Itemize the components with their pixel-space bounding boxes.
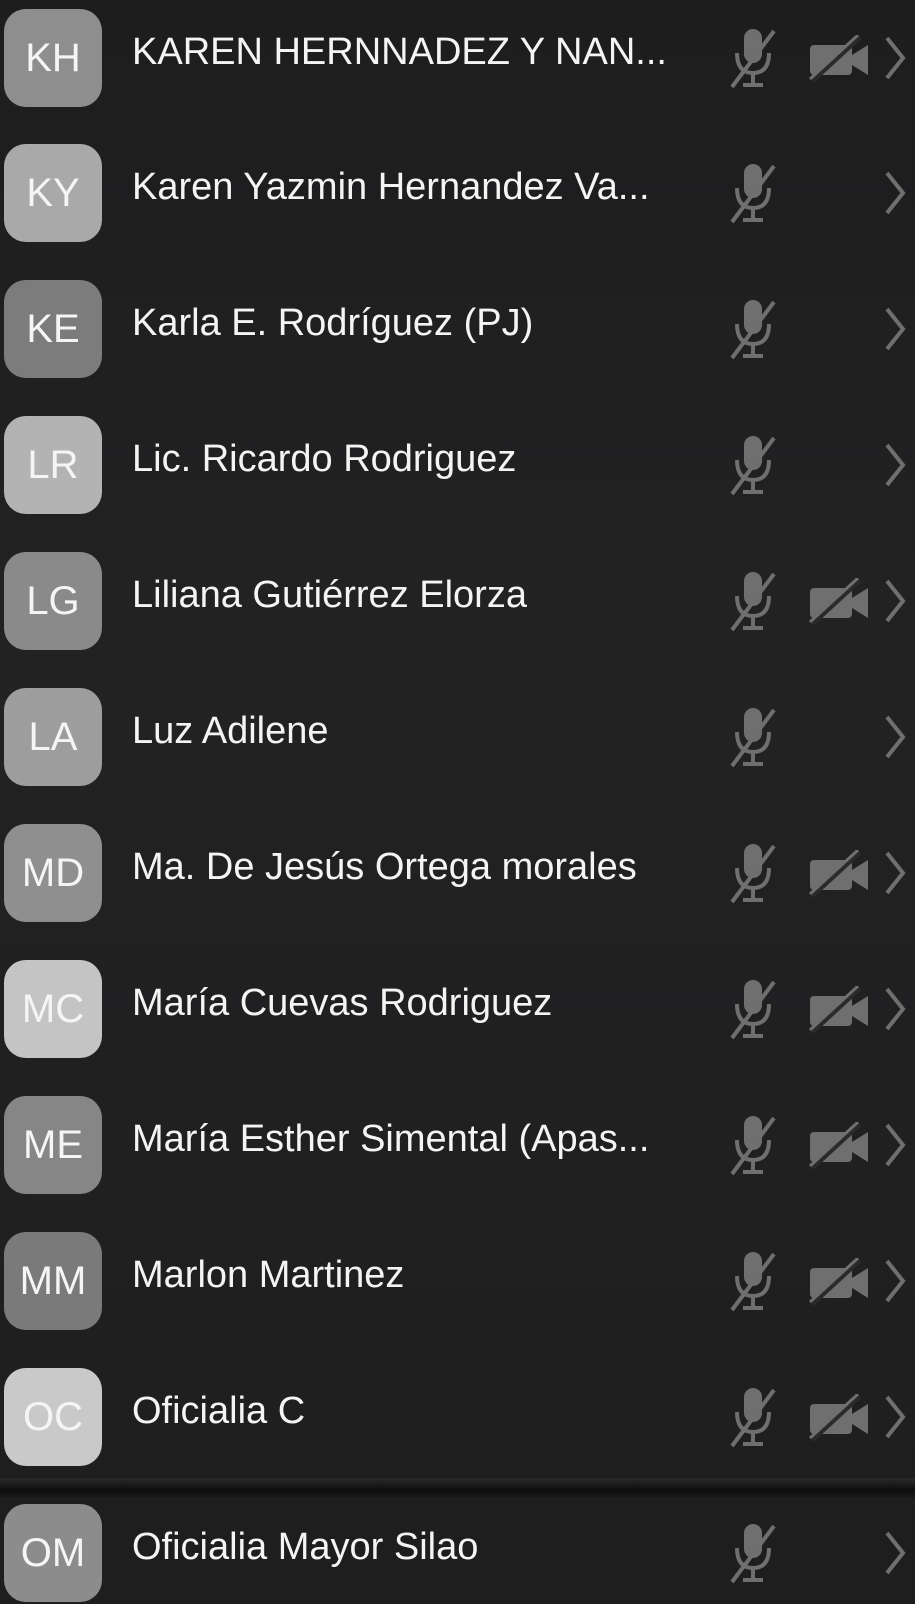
avatar: LA	[4, 688, 102, 786]
participant-row[interactable]: MC María Cuevas Rodriguez	[0, 940, 915, 1078]
mic-muted-icon	[728, 434, 778, 498]
mic-muted-icon	[728, 706, 778, 770]
avatar: MD	[4, 824, 102, 922]
chevron-right-icon[interactable]	[884, 442, 906, 488]
mic-muted-icon	[728, 27, 778, 91]
avatar: MM	[4, 1232, 102, 1330]
avatar: OC	[4, 1368, 102, 1466]
participant-name: Oficialia C	[132, 1390, 306, 1432]
participant-name: Oficialia Mayor Silao	[132, 1526, 479, 1568]
chevron-right-icon[interactable]	[884, 35, 906, 81]
participant-row[interactable]: OC Oficialia C	[0, 1348, 915, 1486]
participant-row[interactable]: KY Karen Yazmin Hernandez Va...	[0, 124, 915, 262]
participant-row[interactable]: KE Karla E. Rodríguez (PJ)	[0, 260, 915, 398]
participant-name: Lic. Ricardo Rodriguez	[132, 438, 517, 480]
camera-off-icon	[808, 576, 872, 626]
mic-muted-icon	[728, 1522, 778, 1586]
divider	[0, 1478, 915, 1498]
participant-name: Luz Adilene	[132, 710, 329, 752]
participant-name: Karen Yazmin Hernandez Va...	[132, 166, 650, 208]
mic-muted-icon	[728, 570, 778, 634]
mic-muted-icon	[728, 1114, 778, 1178]
chevron-right-icon[interactable]	[884, 850, 906, 896]
participant-name: Ma. De Jesús Ortega morales	[132, 846, 637, 888]
participant-name: Liliana Gutiérrez Elorza	[132, 574, 527, 616]
chevron-right-icon[interactable]	[884, 1122, 906, 1168]
chevron-right-icon[interactable]	[884, 170, 906, 216]
camera-off-icon	[808, 848, 872, 898]
participant-name: Karla E. Rodríguez (PJ)	[132, 302, 534, 344]
mic-muted-icon	[728, 298, 778, 362]
chevron-right-icon[interactable]	[884, 714, 906, 760]
participant-row[interactable]: ME María Esther Simental (Apas...	[0, 1076, 915, 1214]
participant-row[interactable]: LG Liliana Gutiérrez Elorza	[0, 532, 915, 670]
avatar: OM	[4, 1504, 102, 1602]
participant-row[interactable]: MD Ma. De Jesús Ortega morales	[0, 804, 915, 942]
avatar: LG	[4, 552, 102, 650]
mic-muted-icon	[728, 1386, 778, 1450]
camera-off-icon	[808, 1256, 872, 1306]
participant-row[interactable]: MM Marlon Martinez	[0, 1212, 915, 1350]
camera-off-icon	[808, 33, 872, 83]
chevron-right-icon[interactable]	[884, 986, 906, 1032]
chevron-right-icon[interactable]	[884, 1394, 906, 1440]
avatar: KE	[4, 280, 102, 378]
avatar: KH	[4, 9, 102, 107]
mic-muted-icon	[728, 978, 778, 1042]
mic-muted-icon	[728, 162, 778, 226]
camera-off-icon	[808, 1120, 872, 1170]
avatar: MC	[4, 960, 102, 1058]
chevron-right-icon[interactable]	[884, 306, 906, 352]
chevron-right-icon[interactable]	[884, 1258, 906, 1304]
participant-row[interactable]: LA Luz Adilene	[0, 668, 915, 806]
avatar: ME	[4, 1096, 102, 1194]
participant-row[interactable]: LR Lic. Ricardo Rodriguez	[0, 396, 915, 534]
chevron-right-icon[interactable]	[884, 1530, 906, 1576]
chevron-right-icon[interactable]	[884, 578, 906, 624]
avatar: KY	[4, 144, 102, 242]
participant-name: Marlon Martinez	[132, 1254, 405, 1296]
camera-off-icon	[808, 1392, 872, 1442]
participant-row[interactable]: OM Oficialia Mayor Silao	[0, 1484, 915, 1604]
avatar: LR	[4, 416, 102, 514]
mic-muted-icon	[728, 842, 778, 906]
participant-name: María Cuevas Rodriguez	[132, 982, 553, 1024]
mic-muted-icon	[728, 1250, 778, 1314]
camera-off-icon	[808, 984, 872, 1034]
participant-row[interactable]: KH KAREN HERNNADEZ Y NAN...	[0, 0, 915, 127]
participant-name: María Esther Simental (Apas...	[132, 1118, 650, 1160]
participant-name: KAREN HERNNADEZ Y NAN...	[132, 31, 667, 73]
